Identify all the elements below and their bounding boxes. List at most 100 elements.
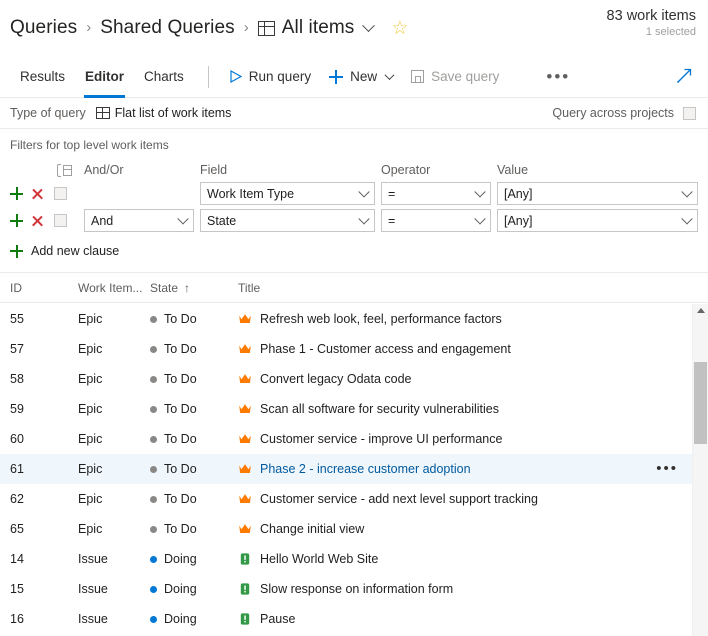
expand-arrow-icon[interactable] — [674, 66, 694, 86]
chevron-down-icon — [681, 185, 693, 198]
tab-charts[interactable]: Charts — [134, 56, 194, 98]
chevron-down-icon[interactable] — [362, 18, 376, 32]
operator-dropdown[interactable]: = — [381, 209, 491, 232]
clause-checkbox[interactable] — [54, 187, 67, 200]
work-item-title-link[interactable]: Customer service - add next level suppor… — [260, 492, 538, 506]
add-new-clause-button[interactable]: Add new clause — [10, 244, 142, 258]
breadcrumb-queries[interactable]: Queries — [10, 17, 77, 39]
save-query-button: Save query — [402, 62, 508, 92]
table-row[interactable]: 58 Epic To Do Convert legacy Odata code — [0, 364, 708, 394]
andor-dropdown[interactable]: And — [84, 209, 194, 232]
andor-dropdown[interactable] — [84, 182, 194, 205]
breadcrumb-all-items[interactable]: All items — [282, 17, 355, 39]
cell-title: Pause — [238, 612, 708, 626]
table-row[interactable]: 14 Issue Doing Hello World Web Site — [0, 544, 708, 574]
work-item-title-link[interactable]: Phase 1 - Customer access and engagement — [260, 342, 511, 356]
scroll-up-arrow-icon[interactable] — [697, 308, 705, 313]
state-label: To Do — [164, 372, 197, 386]
column-header-title[interactable]: Title — [238, 281, 708, 295]
chevron-down-icon — [177, 212, 189, 225]
add-clause-icon[interactable] — [10, 214, 23, 227]
epic-crown-icon — [239, 434, 251, 444]
value-value: [Any] — [504, 213, 533, 228]
andor-value: And — [91, 213, 114, 228]
column-header-work-item-type[interactable]: Work Item... — [78, 281, 150, 295]
column-header-state[interactable]: State ↑ — [150, 281, 238, 295]
field-dropdown[interactable]: Work Item Type — [200, 182, 375, 205]
clause-checkbox[interactable] — [54, 214, 67, 227]
scrollbar-thumb[interactable] — [694, 362, 707, 444]
table-row[interactable]: 16 Issue Doing Pause — [0, 604, 708, 634]
cell-title: Phase 2 - increase customer adoption — [238, 462, 708, 476]
query-type-selector[interactable]: Flat list of work items — [95, 106, 232, 120]
cell-work-item-type: Issue — [78, 552, 108, 566]
field-dropdown[interactable]: State — [200, 209, 375, 232]
cell-work-item-type: Epic — [78, 312, 103, 326]
new-button[interactable]: New — [320, 62, 402, 92]
play-icon — [230, 70, 242, 83]
cell-id: 62 — [10, 492, 24, 506]
column-header-value: Value — [497, 163, 529, 177]
chevron-down-icon[interactable] — [384, 70, 395, 81]
state-dot — [150, 585, 157, 593]
tab-editor[interactable]: Editor — [75, 56, 134, 98]
clause-andor-cell: And — [84, 209, 194, 232]
run-query-button[interactable]: Run query — [221, 62, 320, 92]
cell-work-item-type: Issue — [78, 612, 108, 626]
value-dropdown[interactable]: [Any] — [497, 209, 698, 232]
work-item-title-link[interactable]: Customer service - improve UI performanc… — [260, 432, 502, 446]
state-dot — [150, 495, 157, 503]
remove-clause-icon[interactable] — [31, 187, 44, 200]
row-context-menu-button[interactable]: ••• — [656, 461, 678, 476]
work-item-title-link[interactable]: Pause — [260, 612, 295, 626]
cell-title: Phase 1 - Customer access and engagement — [238, 342, 708, 356]
star-icon[interactable]: ☆ — [391, 19, 408, 38]
tab-results[interactable]: Results — [10, 56, 75, 98]
column-header-andor: And/Or — [84, 163, 124, 177]
table-row[interactable]: 55 Epic To Do Refresh web look, feel, perfo… — [0, 304, 708, 334]
work-item-title-link[interactable]: Change initial view — [260, 522, 364, 536]
breadcrumb-separator: › — [243, 18, 249, 36]
table-row[interactable]: 60 Epic To Do Customer service - improve UI… — [0, 424, 708, 454]
cell-title: Scan all software for security vulnerabi… — [238, 402, 708, 416]
clause-actions — [10, 187, 54, 200]
operator-dropdown[interactable]: = — [381, 182, 491, 205]
cell-id: 15 — [10, 582, 24, 596]
work-item-title-link[interactable]: Scan all software for security vulnerabi… — [260, 402, 499, 416]
cell-state: To Do — [150, 522, 238, 536]
cell-title: Change initial view — [238, 522, 708, 536]
work-item-title-link[interactable]: Hello World Web Site — [260, 552, 378, 566]
query-across-projects-checkbox[interactable] — [683, 106, 696, 120]
table-row[interactable]: 59 Epic To Do Scan all software for securit… — [0, 394, 708, 424]
group-clauses-icon[interactable] — [57, 163, 72, 177]
table-row[interactable]: 61 Epic To Do Phase 2 - increase customer a… — [0, 454, 708, 484]
add-clause-icon[interactable] — [10, 187, 23, 200]
table-row[interactable]: 65 Epic To Do Change initial view — [0, 514, 708, 544]
state-label: Doing — [164, 582, 197, 596]
work-item-title-link[interactable]: Slow response on information form — [260, 582, 453, 596]
cell-state: To Do — [150, 312, 238, 326]
plus-icon — [10, 244, 23, 258]
breadcrumb-shared-queries[interactable]: Shared Queries — [100, 17, 234, 39]
grid-scrollbar[interactable] — [692, 304, 708, 636]
query-across-projects: Query across projects — [552, 106, 696, 120]
work-item-title-link[interactable]: Convert legacy Odata code — [260, 372, 411, 386]
cell-work-item-type: Epic — [78, 432, 103, 446]
query-type-value: Flat list of work items — [114, 106, 232, 120]
value-value: [Any] — [504, 186, 533, 201]
work-item-title-link[interactable]: Refresh web look, feel, performance fact… — [260, 312, 502, 326]
table-row[interactable]: 62 Epic To Do Customer service - add next l… — [0, 484, 708, 514]
column-header-id[interactable]: ID — [10, 281, 78, 295]
table-row[interactable]: 57 Epic To Do Phase 1 - Customer access and… — [0, 334, 708, 364]
cell-state: To Do — [150, 402, 238, 416]
more-commands-button[interactable]: ••• — [536, 68, 580, 85]
issue-icon — [240, 583, 250, 595]
cell-state: Doing — [150, 552, 238, 566]
work-item-count-box: 83 work items 1 selected — [607, 8, 696, 38]
value-dropdown[interactable]: [Any] — [497, 182, 698, 205]
cell-work-item-type: Epic — [78, 492, 103, 506]
work-item-title-link[interactable]: Phase 2 - increase customer adoption — [260, 462, 471, 476]
remove-clause-icon[interactable] — [31, 214, 44, 227]
selection-count: 1 selected — [645, 26, 696, 38]
table-row[interactable]: 15 Issue Doing Slow response on information… — [0, 574, 708, 604]
